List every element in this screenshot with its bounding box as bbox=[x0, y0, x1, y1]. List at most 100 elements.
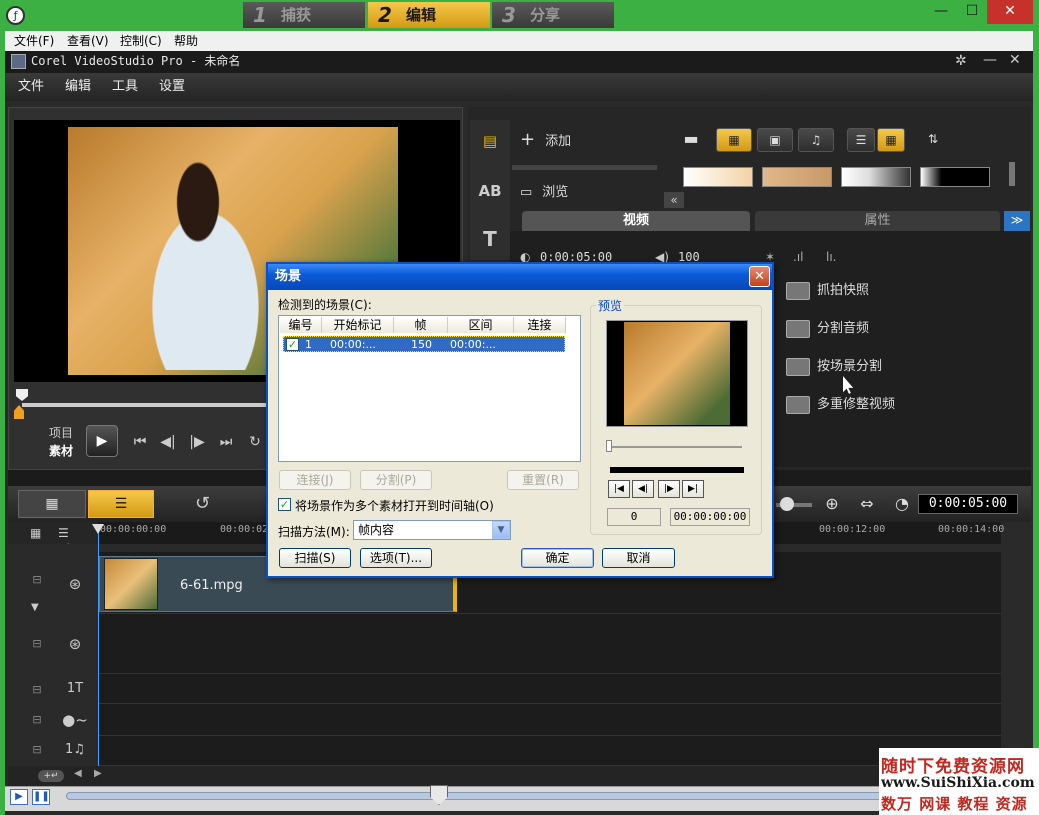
fit-project-icon[interactable]: ⇔ bbox=[856, 493, 878, 515]
tab-video[interactable]: 视频 bbox=[522, 211, 750, 231]
app-menu-tools[interactable]: 工具 bbox=[112, 73, 138, 101]
chevron-down-icon[interactable]: ▼ bbox=[492, 521, 510, 539]
go-start-icon[interactable]: ⏮ bbox=[130, 432, 150, 452]
dialog-prev-frame-icon[interactable]: ◀| bbox=[632, 480, 654, 498]
maximize-button[interactable]: ☐ bbox=[958, 0, 986, 24]
timeline-view-button[interactable]: ☰ bbox=[88, 490, 154, 518]
lock-icon[interactable]: ⊟ bbox=[30, 637, 44, 651]
fade-in-icon[interactable]: .ıl bbox=[793, 250, 803, 264]
timeline-scroll-bar[interactable] bbox=[8, 766, 1031, 786]
flash-play-icon[interactable]: ▶ bbox=[10, 789, 28, 805]
dialog-preview-slider-knob[interactable] bbox=[606, 440, 612, 452]
scene-row[interactable]: 1 00:00:... 150 00:00:... bbox=[283, 336, 565, 352]
zoom-slider-knob[interactable] bbox=[780, 497, 794, 511]
col-header-start[interactable]: 开始标记 bbox=[322, 317, 394, 333]
col-header-link[interactable]: 连接 bbox=[514, 317, 566, 333]
zoom-in-icon[interactable]: ⊕ bbox=[821, 493, 843, 515]
menu-control[interactable]: 控制(C) bbox=[120, 31, 162, 51]
split-button[interactable]: 分割(P) bbox=[360, 470, 432, 490]
dialog-preview-slider[interactable] bbox=[608, 446, 742, 448]
scroll-right-icon[interactable]: ▶ bbox=[94, 768, 102, 779]
fade-out-icon[interactable]: lı. bbox=[826, 250, 836, 264]
app-menu-file[interactable]: 文件 bbox=[18, 73, 44, 101]
show-video-icon[interactable]: ▦ bbox=[716, 128, 752, 152]
title-track[interactable] bbox=[98, 674, 1001, 704]
add-folder-button[interactable]: + 添加 bbox=[520, 128, 660, 152]
library-thumbnail[interactable] bbox=[762, 167, 832, 187]
close-window-button[interactable]: ✕ bbox=[987, 0, 1033, 24]
library-thumbnail[interactable] bbox=[920, 167, 990, 187]
menu-view[interactable]: 查看(V) bbox=[67, 31, 109, 51]
track-manager-icon[interactable]: ▦ bbox=[30, 526, 41, 540]
scan-button[interactable]: 扫描(S) bbox=[279, 548, 351, 568]
flash-pause-icon[interactable]: ❚❚ bbox=[32, 789, 50, 805]
open-to-timeline-label[interactable]: 将场景作为多个素材打开到时间轴(O) bbox=[295, 497, 494, 514]
project-duration-icon[interactable]: ◔ bbox=[891, 493, 913, 515]
split-by-scene-action[interactable]: 按场景分割 bbox=[786, 354, 1006, 380]
step-share-tab[interactable]: 3 分享 bbox=[492, 2, 614, 28]
storyboard-view-button[interactable]: ▦ bbox=[18, 490, 86, 518]
expand-track-icon[interactable]: ▼ bbox=[31, 602, 39, 613]
lock-icon[interactable]: ⊟ bbox=[30, 683, 44, 697]
scroll-left-icon[interactable]: ◀ bbox=[74, 768, 82, 779]
settings-gear-icon[interactable]: ✲ bbox=[955, 53, 967, 69]
play-button[interactable]: ▶ bbox=[86, 425, 118, 457]
collapse-library-icon[interactable]: « bbox=[664, 192, 684, 208]
dialog-go-end-icon[interactable]: ▶| bbox=[682, 480, 704, 498]
col-header-number[interactable]: 编号 bbox=[280, 317, 322, 333]
library-scrollbar[interactable] bbox=[1009, 162, 1015, 186]
title-icon[interactable]: T bbox=[476, 226, 504, 252]
repeat-icon[interactable]: ↻ bbox=[245, 432, 265, 452]
dialog-go-start-icon[interactable]: |◀ bbox=[608, 480, 630, 498]
split-audio-action[interactable]: 分割音频 bbox=[786, 316, 1006, 342]
options-button[interactable]: 选项(T)... bbox=[360, 548, 432, 568]
expand-options-icon[interactable]: ≫ bbox=[1004, 211, 1030, 231]
media-library-icon[interactable]: ▤ bbox=[476, 128, 504, 154]
col-header-interval[interactable]: 区间 bbox=[448, 317, 514, 333]
show-audio-icon[interactable]: ♫ bbox=[798, 128, 834, 152]
app-close-button[interactable]: ✕ bbox=[1009, 52, 1021, 68]
library-thumbnail[interactable] bbox=[683, 167, 753, 187]
timeline-vertical-scrollbar[interactable] bbox=[1005, 556, 1027, 764]
app-minimize-button[interactable]: — bbox=[983, 52, 997, 68]
preview-scrubber[interactable] bbox=[22, 403, 266, 407]
reset-button[interactable]: 重置(R) bbox=[507, 470, 579, 490]
app-menu-settings[interactable]: 设置 bbox=[159, 73, 185, 101]
multi-trim-action[interactable]: 多重修整视频 bbox=[786, 392, 1006, 418]
thumbnail-view-icon[interactable]: ▦ bbox=[877, 128, 905, 152]
go-end-icon[interactable]: ⏭ bbox=[216, 432, 236, 452]
undo-icon[interactable]: ↺ bbox=[195, 493, 217, 515]
col-header-frames[interactable]: 帧 bbox=[394, 317, 448, 333]
flash-seek-bar[interactable] bbox=[66, 792, 886, 800]
tab-attributes[interactable]: 属性 bbox=[755, 211, 1000, 231]
show-photo-icon[interactable]: ▣ bbox=[757, 128, 793, 152]
step-capture-tab[interactable]: 1 捕获 bbox=[243, 2, 365, 28]
minimize-button[interactable]: — bbox=[926, 0, 956, 24]
mode-project-label[interactable]: 项目 bbox=[49, 424, 73, 441]
timeline-timecode[interactable]: 0:00:05:00 bbox=[918, 494, 1018, 514]
step-edit-tab[interactable]: 2 编辑 bbox=[368, 2, 490, 28]
lock-icon[interactable]: ⊟ bbox=[30, 573, 44, 587]
menu-file[interactable]: 文件(F) bbox=[14, 31, 54, 51]
list-view-icon[interactable]: ☰ bbox=[847, 128, 875, 152]
voice-track[interactable] bbox=[98, 704, 1001, 736]
mode-clip-label[interactable]: 素材 bbox=[49, 442, 73, 459]
music-track[interactable] bbox=[98, 736, 1001, 766]
snapshot-action[interactable]: 抓拍快照 bbox=[786, 278, 1006, 304]
browse-button[interactable]: ▭ 浏览 bbox=[520, 180, 660, 206]
overlay-track[interactable] bbox=[98, 614, 1001, 674]
chapter-icon[interactable]: ☰ bbox=[58, 526, 69, 540]
sort-icon[interactable]: ⇅ bbox=[921, 128, 945, 152]
timeline-playhead[interactable] bbox=[98, 528, 99, 768]
join-button[interactable]: 连接(J) bbox=[279, 470, 351, 490]
menu-help[interactable]: 帮助 bbox=[174, 31, 198, 51]
scene-checkbox[interactable]: ✓ bbox=[286, 338, 299, 351]
lock-icon[interactable]: ⊟ bbox=[30, 743, 44, 757]
ok-button[interactable]: 确定 bbox=[521, 548, 594, 568]
lock-icon[interactable]: ⊟ bbox=[30, 713, 44, 727]
dialog-close-button[interactable]: ✕ bbox=[749, 266, 770, 287]
transition-icon[interactable]: AB bbox=[476, 178, 504, 204]
dialog-next-frame-icon[interactable]: |▶ bbox=[658, 480, 680, 498]
next-frame-icon[interactable]: |▶ bbox=[187, 432, 207, 452]
prev-frame-icon[interactable]: ◀| bbox=[158, 432, 178, 452]
